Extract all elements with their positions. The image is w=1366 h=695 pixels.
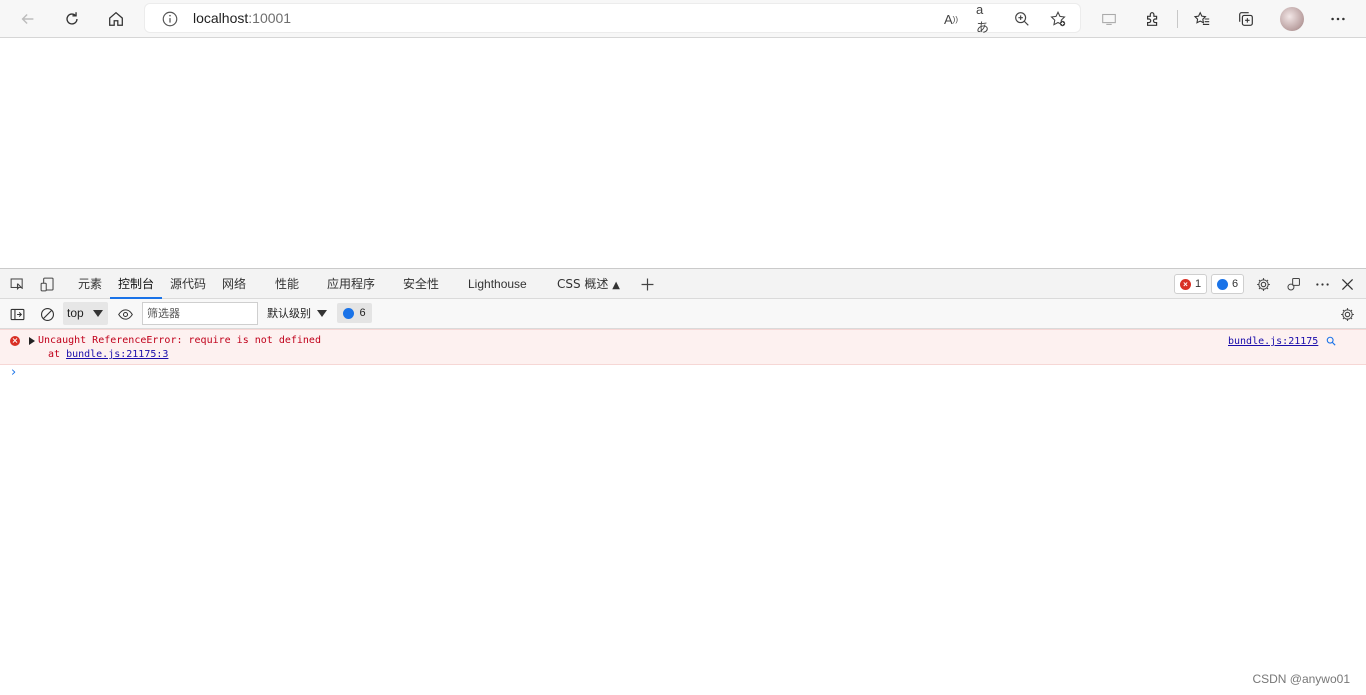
settings-icon[interactable] (1253, 274, 1273, 294)
tab-label: 控制台 (118, 277, 155, 291)
sidebar-toggle-icon[interactable] (7, 304, 27, 324)
context-selector[interactable]: top (63, 302, 108, 325)
toolbar-separator (1177, 10, 1178, 28)
collections-button[interactable] (1232, 5, 1260, 33)
tab-security[interactable]: 安全性 (403, 269, 439, 299)
zoom-icon[interactable] (1012, 9, 1032, 29)
error-source-link[interactable]: bundle.js:21175 (1228, 336, 1318, 347)
device-emulation-icon[interactable] (37, 274, 57, 294)
page-viewport (0, 38, 1366, 268)
search-icon[interactable] (1326, 336, 1336, 346)
tab-elements[interactable]: 元素 (78, 269, 102, 299)
tab-label: CSS 概述 (557, 277, 609, 291)
error-message: Uncaught ReferenceError: require is not … (38, 335, 321, 346)
experiment-flask-icon: ▲ (612, 280, 620, 291)
tab-console[interactable]: 控制台 (109, 269, 163, 299)
console-prompt[interactable]: › (11, 365, 16, 380)
home-icon (109, 11, 123, 26)
url-port: :10001 (248, 10, 292, 26)
read-aloud-icon[interactable]: A)) (941, 9, 961, 29)
tab-lighthouse[interactable]: Lighthouse (468, 269, 527, 299)
translate-glyph: aあ (976, 2, 990, 35)
filter-input[interactable] (142, 302, 258, 325)
customize-icon[interactable] (1283, 274, 1303, 294)
issues-badge[interactable]: 6 (337, 303, 372, 323)
error-count: 1 (1195, 278, 1202, 290)
browser-toolbar: localhost:10001 A)) aあ (0, 0, 1366, 38)
expand-triangle-icon[interactable] (29, 337, 35, 345)
error-icon: × (10, 336, 20, 346)
tab-label: 元素 (78, 277, 103, 291)
live-expression-eye-icon[interactable] (115, 304, 135, 324)
tab-performance[interactable]: 性能 (275, 269, 299, 299)
translate-icon[interactable]: aあ (976, 2, 996, 35)
tab-label: 应用程序 (327, 277, 376, 291)
info-icon[interactable] (161, 10, 179, 28)
collections-icon (1239, 12, 1253, 26)
message-icon (343, 307, 355, 319)
home-button[interactable] (102, 5, 130, 33)
close-icon[interactable] (1337, 274, 1357, 294)
issues-count: 6 (359, 307, 366, 319)
url-text[interactable]: localhost:10001 (193, 10, 291, 26)
refresh-button[interactable] (58, 5, 86, 33)
more-button[interactable] (1324, 5, 1352, 33)
add-tab-icon[interactable] (637, 274, 657, 294)
inspect-element-icon[interactable] (7, 274, 27, 294)
app-available-button[interactable] (1095, 5, 1123, 33)
tab-label: 网络 (222, 277, 247, 291)
chevron-down-icon (317, 310, 327, 317)
arrow-left-icon (21, 13, 34, 25)
puzzle-icon (1147, 12, 1158, 26)
more-options-icon[interactable] (1312, 274, 1332, 294)
stack-source-link[interactable]: bundle.js:21175:3 (66, 349, 168, 360)
more-icon (1331, 17, 1345, 21)
console-toolbar: top 默认级别 6 (0, 299, 1366, 329)
error-count-badge[interactable]: × 1 (1174, 274, 1208, 294)
tab-sources[interactable]: 源代码 (170, 269, 206, 299)
message-count-badge[interactable]: 6 (1211, 274, 1245, 294)
error-stack-line: at bundle.js:21175:3 (48, 349, 168, 360)
console-settings-icon[interactable] (1337, 304, 1357, 324)
tab-label: Lighthouse (468, 277, 527, 291)
tab-label: 安全性 (403, 277, 440, 291)
watermark: CSDN @anywo01 (1252, 672, 1350, 686)
message-count: 6 (1232, 278, 1239, 290)
tab-label: 性能 (275, 277, 300, 291)
log-levels-value: 默认级别 (267, 307, 311, 320)
tab-application[interactable]: 应用程序 (327, 269, 375, 299)
devtools-tab-bar: 元素 控制台 源代码 网络 性能 应用程序 安全性 Lighthouse CSS… (0, 269, 1366, 299)
refresh-icon (66, 12, 78, 25)
error-icon: × (1180, 278, 1191, 290)
address-bar[interactable]: localhost:10001 A)) aあ (144, 2, 1081, 35)
read-aloud-glyph: A (944, 11, 953, 27)
tab-css-overview[interactable]: CSS 概述 ▲ (557, 269, 620, 299)
favorites-icon (1193, 11, 1210, 25)
console-error-row[interactable]: × Uncaught ReferenceError: require is no… (0, 329, 1366, 365)
log-levels-dropdown[interactable]: 默认级别 (262, 302, 332, 325)
add-favorite-icon[interactable] (1048, 9, 1068, 29)
tab-network[interactable]: 网络 (222, 269, 246, 299)
tab-label: 源代码 (170, 277, 207, 291)
url-host: localhost (193, 10, 249, 26)
context-value: top (67, 306, 84, 320)
back-button[interactable] (14, 5, 42, 33)
favorites-button[interactable] (1188, 5, 1216, 33)
extensions-button[interactable] (1139, 5, 1167, 33)
chevron-down-icon (93, 310, 103, 317)
app-icon (1102, 13, 1116, 25)
profile-avatar[interactable] (1280, 7, 1304, 31)
devtools-panel: 元素 控制台 源代码 网络 性能 应用程序 安全性 Lighthouse CSS… (0, 268, 1366, 695)
message-icon (1217, 278, 1228, 290)
clear-console-icon[interactable] (37, 304, 57, 324)
stack-prefix: at (48, 349, 67, 360)
